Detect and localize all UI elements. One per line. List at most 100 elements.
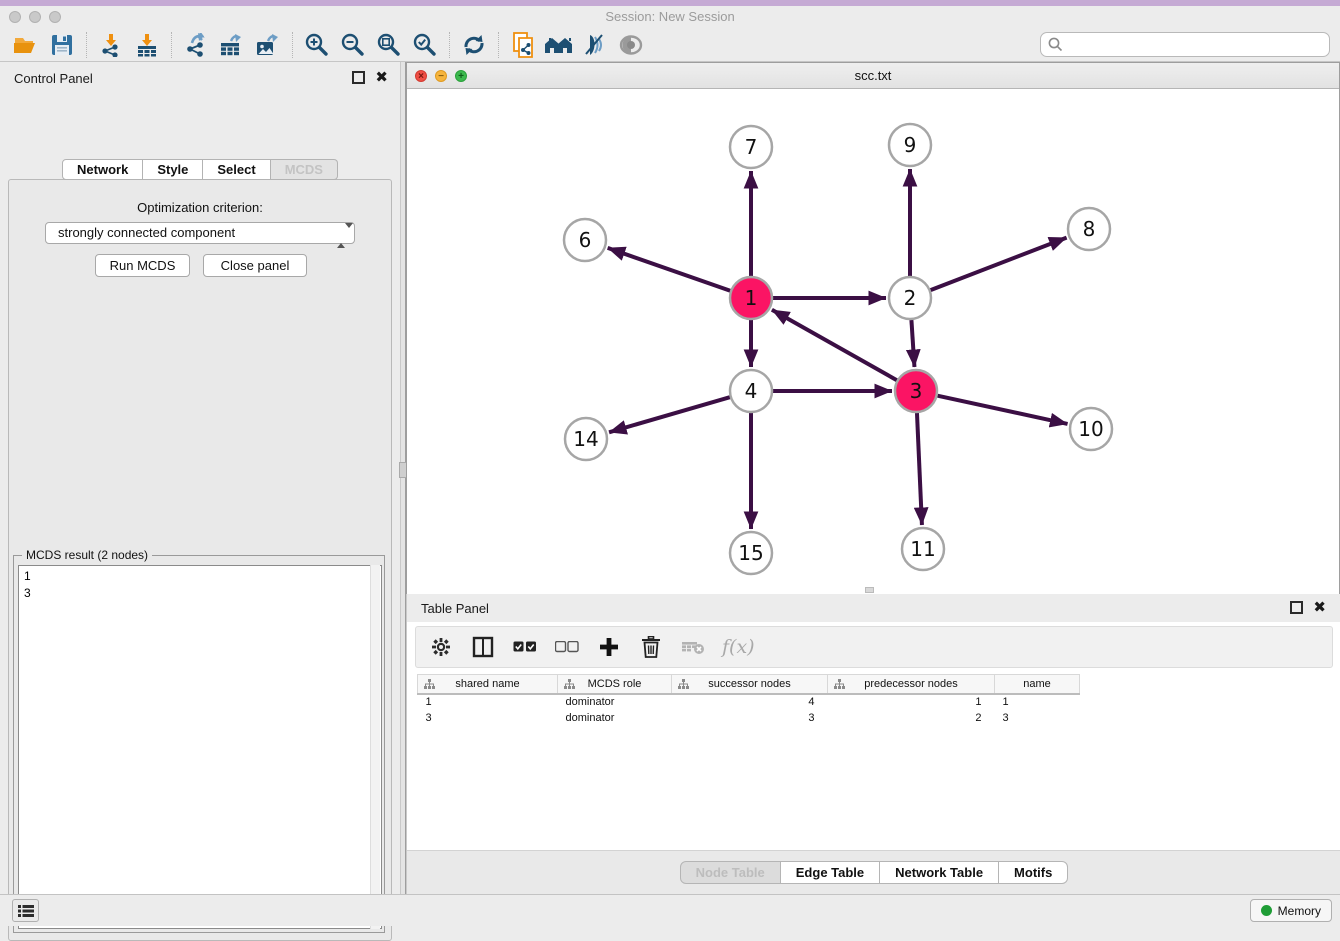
table-cell[interactable]: dominator bbox=[558, 710, 672, 726]
table-cell[interactable]: 3 bbox=[995, 710, 1080, 726]
close-table-panel-icon[interactable]: ✖ bbox=[1313, 601, 1326, 614]
run-mcds-button[interactable]: Run MCDS bbox=[95, 254, 190, 277]
mcds-result-box: MCDS result (2 nodes) 1 3 bbox=[13, 555, 385, 933]
table-cell[interactable]: 3 bbox=[418, 710, 558, 726]
optimization-criterion-label: Optimization criterion: bbox=[9, 200, 391, 215]
add-row-icon[interactable] bbox=[596, 634, 622, 660]
graph-node-1[interactable]: 1 bbox=[730, 277, 772, 319]
task-history-button[interactable] bbox=[12, 899, 39, 922]
minimize-window-button[interactable] bbox=[29, 11, 41, 23]
main-toolbar bbox=[0, 28, 1340, 62]
export-network-icon[interactable] bbox=[178, 30, 214, 60]
export-image-icon[interactable] bbox=[250, 30, 286, 60]
zoom-window-button[interactable] bbox=[49, 11, 61, 23]
network-canvas[interactable]: 7 9 6 8 1 2 4 3 14 10 15 11 bbox=[407, 89, 1339, 594]
result-scrollbar[interactable] bbox=[370, 565, 380, 929]
tab-network-table[interactable]: Network Table bbox=[880, 861, 999, 884]
table-cell[interactable]: 4 bbox=[672, 694, 828, 710]
close-panel-icon[interactable]: ✖ bbox=[375, 71, 388, 84]
tab-select[interactable]: Select bbox=[203, 159, 270, 180]
graph-edge-2-3[interactable] bbox=[911, 320, 914, 367]
column-header-successor-nodes[interactable]: successor nodes bbox=[672, 675, 828, 694]
show-graphics-details-icon[interactable] bbox=[613, 30, 649, 60]
table-row[interactable]: 1dominator411 bbox=[418, 694, 1080, 710]
network-window-title: scc.txt bbox=[407, 63, 1339, 88]
export-table-icon[interactable] bbox=[214, 30, 250, 60]
close-network-button[interactable]: × bbox=[415, 70, 427, 82]
graph-node-4[interactable]: 4 bbox=[730, 370, 772, 412]
apply-layout-icon[interactable] bbox=[456, 30, 492, 60]
tab-node-table[interactable]: Node Table bbox=[680, 861, 781, 884]
zoom-out-icon[interactable] bbox=[335, 30, 371, 60]
table-cell[interactable]: dominator bbox=[558, 694, 672, 710]
graph-node-11[interactable]: 11 bbox=[902, 528, 944, 570]
control-panel: Control Panel ✖ Network Style Select MCD… bbox=[0, 62, 400, 880]
hide-graphics-details-icon[interactable] bbox=[577, 30, 613, 60]
graph-node-7[interactable]: 7 bbox=[730, 126, 772, 168]
search-box[interactable] bbox=[1040, 32, 1330, 57]
graph-node-10[interactable]: 10 bbox=[1070, 408, 1112, 450]
table-cell[interactable]: 1 bbox=[418, 694, 558, 710]
close-panel-button[interactable]: Close panel bbox=[203, 254, 307, 277]
graph-edge-1-6[interactable] bbox=[608, 248, 731, 291]
import-table-icon[interactable] bbox=[129, 30, 165, 60]
close-window-button[interactable] bbox=[9, 11, 21, 23]
window-title: Session: New Session bbox=[0, 6, 1340, 28]
import-network-icon[interactable] bbox=[93, 30, 129, 60]
graph-edge-3-11[interactable] bbox=[917, 413, 922, 525]
tab-style[interactable]: Style bbox=[143, 159, 203, 180]
network-graph[interactable]: 7 9 6 8 1 2 4 3 14 10 15 11 bbox=[407, 89, 1339, 594]
delete-row-icon[interactable] bbox=[638, 634, 664, 660]
float-panel-icon[interactable] bbox=[352, 71, 365, 84]
column-header-predecessor-nodes[interactable]: predecessor nodes bbox=[828, 675, 995, 694]
column-header-shared-name[interactable]: shared name bbox=[418, 675, 558, 694]
home-icon[interactable] bbox=[541, 30, 577, 60]
zoom-in-icon[interactable] bbox=[299, 30, 335, 60]
memory-button[interactable]: Memory bbox=[1250, 899, 1332, 922]
select-stepper-icon bbox=[337, 226, 347, 246]
deselect-all-columns-icon[interactable] bbox=[554, 634, 580, 660]
float-table-panel-icon[interactable] bbox=[1290, 601, 1303, 614]
graph-node-14[interactable]: 14 bbox=[565, 418, 607, 460]
tab-network[interactable]: Network bbox=[62, 159, 143, 180]
toolbar-separator bbox=[498, 32, 499, 58]
graph-node-3[interactable]: 3 bbox=[895, 370, 937, 412]
table-cell[interactable]: 1 bbox=[828, 694, 995, 710]
optimization-criterion-select[interactable]: strongly connected component bbox=[45, 222, 355, 244]
open-session-icon[interactable] bbox=[8, 30, 44, 60]
graph-edge-2-8[interactable] bbox=[931, 238, 1067, 290]
table-cell[interactable]: 2 bbox=[828, 710, 995, 726]
graph-edge-4-14[interactable] bbox=[609, 397, 730, 432]
zoom-fit-icon[interactable] bbox=[371, 30, 407, 60]
table-cell[interactable]: 1 bbox=[995, 694, 1080, 710]
tab-motifs[interactable]: Motifs bbox=[999, 861, 1068, 884]
clone-network-icon[interactable] bbox=[505, 30, 541, 60]
zoom-selected-icon[interactable] bbox=[407, 30, 443, 60]
select-all-columns-icon[interactable] bbox=[512, 634, 538, 660]
show-column-icon[interactable] bbox=[470, 634, 496, 660]
graph-node-15[interactable]: 15 bbox=[730, 532, 772, 574]
table-row[interactable]: 3dominator323 bbox=[418, 710, 1080, 726]
graph-node-6[interactable]: 6 bbox=[564, 219, 606, 261]
maximize-network-button[interactable]: + bbox=[455, 70, 467, 82]
search-input[interactable] bbox=[1064, 35, 1329, 55]
svg-text:9: 9 bbox=[904, 133, 917, 157]
svg-text:15: 15 bbox=[738, 541, 763, 565]
list-icon bbox=[18, 904, 34, 918]
graph-edge-3-10[interactable] bbox=[937, 396, 1067, 424]
save-session-icon[interactable] bbox=[44, 30, 80, 60]
table-cell[interactable]: 3 bbox=[672, 710, 828, 726]
graph-node-8[interactable]: 8 bbox=[1068, 208, 1110, 250]
canvas-resize-handle[interactable] bbox=[865, 587, 874, 593]
mcds-result-text[interactable]: 1 3 bbox=[18, 565, 382, 929]
column-header-mcds-role[interactable]: MCDS role bbox=[558, 675, 672, 694]
table-options-icon[interactable] bbox=[428, 634, 454, 660]
tab-mcds[interactable]: MCDS bbox=[271, 159, 338, 180]
column-header-name[interactable]: name bbox=[995, 675, 1080, 694]
tab-edge-table[interactable]: Edge Table bbox=[781, 861, 880, 884]
graph-node-2[interactable]: 2 bbox=[889, 277, 931, 319]
graph-node-9[interactable]: 9 bbox=[889, 124, 931, 166]
table-header-row: shared name MCDS role successor nodes pr… bbox=[418, 675, 1080, 694]
graph-edge-3-1[interactable] bbox=[772, 310, 897, 380]
minimize-network-button[interactable]: − bbox=[435, 70, 447, 82]
